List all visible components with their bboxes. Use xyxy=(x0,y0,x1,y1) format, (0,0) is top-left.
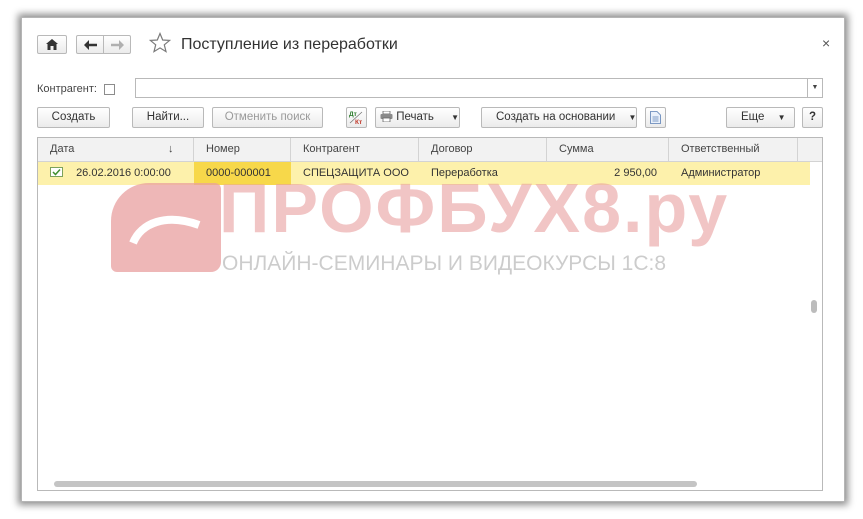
create-based-on-button[interactable]: Создать на основании ▼ xyxy=(481,107,637,128)
back-button[interactable] xyxy=(76,35,104,54)
more-button[interactable]: Еще ▼ xyxy=(726,107,795,128)
dt-kt-icon: Дт Кт xyxy=(349,111,363,126)
document-posted-icon xyxy=(50,167,63,177)
svg-text:Кт: Кт xyxy=(355,119,362,126)
svg-text:Дт: Дт xyxy=(349,111,357,118)
column-header-number[interactable]: Номер xyxy=(194,138,291,161)
home-button[interactable] xyxy=(37,35,67,54)
arrow-right-icon xyxy=(110,40,124,50)
counterparty-filter-label: Контрагент: xyxy=(37,83,97,95)
document-report-icon xyxy=(650,111,661,124)
favorite-star-icon[interactable] xyxy=(149,32,171,54)
page-title: Поступление из переработки xyxy=(181,36,398,53)
more-button-label: Еще xyxy=(741,111,765,123)
counterparty-filter-checkbox[interactable] xyxy=(104,84,115,95)
row-responsible-cell: Администратор xyxy=(681,167,761,179)
sort-down-icon: ↓ xyxy=(168,143,174,155)
print-button-label: Печать xyxy=(396,111,434,123)
report-button[interactable] xyxy=(645,107,666,128)
documents-table[interactable]: Дата ↓ Номер Контрагент Договор Сумма От… xyxy=(37,137,823,491)
column-header-date[interactable]: Дата ↓ xyxy=(38,138,194,161)
vertical-scrollbar-thumb[interactable] xyxy=(811,300,817,313)
column-header-responsible[interactable]: Ответственный xyxy=(669,138,798,161)
dt-kt-button[interactable]: Дт Кт xyxy=(346,107,367,128)
print-button[interactable]: Печать ▼ xyxy=(375,107,460,128)
close-icon[interactable]: × xyxy=(822,35,830,51)
row-counterparty-cell: СПЕЦЗАЩИТА ООО xyxy=(303,167,409,179)
horizontal-scrollbar-thumb[interactable] xyxy=(54,481,697,487)
printer-icon xyxy=(380,110,393,123)
document-list-window: Поступление из переработки × Контрагент:… xyxy=(21,17,845,502)
counterparty-dropdown-button[interactable]: ▼ xyxy=(807,78,823,98)
column-header-sum[interactable]: Сумма xyxy=(547,138,669,161)
row-number-cell: 0000-000001 xyxy=(194,162,291,185)
caret-down-icon: ▼ xyxy=(777,113,786,122)
row-sum-cell: 2 950,00 xyxy=(614,167,657,179)
table-row[interactable]: 26.02.2016 0:00:00 0000-000001 СПЕЦЗАЩИТ… xyxy=(38,162,810,185)
column-header-contract[interactable]: Договор xyxy=(419,138,547,161)
table-header: Дата ↓ Номер Контрагент Договор Сумма От… xyxy=(38,138,822,162)
column-header-counterparty[interactable]: Контрагент xyxy=(291,138,419,161)
caret-down-icon: ▼ xyxy=(628,113,637,122)
cancel-search-button[interactable]: Отменить поиск xyxy=(212,107,323,128)
row-contract-cell: Переработка xyxy=(431,167,498,179)
row-date-cell: 26.02.2016 0:00:00 xyxy=(38,162,194,185)
home-icon xyxy=(46,39,58,50)
create-button[interactable]: Создать xyxy=(37,107,110,128)
arrow-left-icon xyxy=(83,40,97,50)
create-based-on-label: Создать на основании xyxy=(496,111,616,123)
help-button[interactable]: ? xyxy=(802,107,823,128)
find-button[interactable]: Найти... xyxy=(132,107,204,128)
counterparty-filter-input[interactable] xyxy=(135,78,822,98)
caret-down-icon: ▼ xyxy=(451,113,460,122)
forward-button[interactable] xyxy=(103,35,131,54)
chevron-down-icon: ▼ xyxy=(811,84,819,91)
